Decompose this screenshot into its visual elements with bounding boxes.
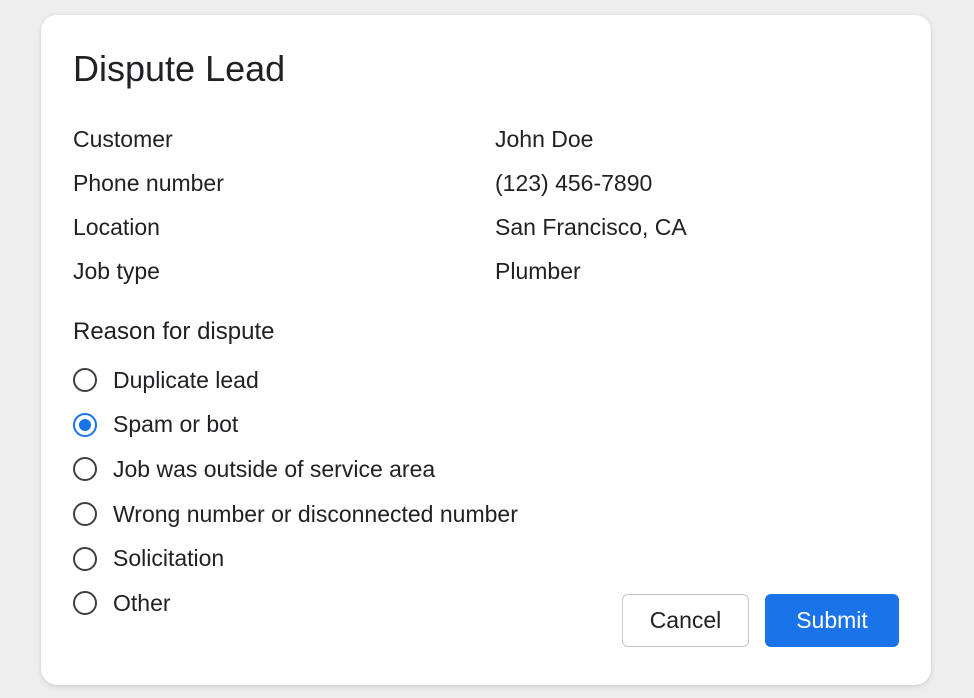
radio-option-outside-service-area[interactable]: Job was outside of service area <box>73 447 518 492</box>
reason-radio-group: Duplicate lead Spam or bot Job was outsi… <box>73 358 518 626</box>
radio-button-icon[interactable] <box>73 546 97 571</box>
radio-button-icon[interactable] <box>73 502 97 527</box>
detail-value-job-type: Plumber <box>495 257 581 284</box>
submit-button[interactable]: Submit <box>765 594 899 647</box>
detail-row-job-type: Job type Plumber <box>73 249 833 293</box>
radio-option-solicitation[interactable]: Solicitation <box>73 536 518 581</box>
radio-label[interactable]: Solicitation <box>113 545 224 572</box>
radio-label[interactable]: Duplicate lead <box>113 367 259 394</box>
radio-button-icon[interactable] <box>73 591 97 616</box>
reason-section-title: Reason for dispute <box>73 318 275 345</box>
detail-value-phone: (123) 456-7890 <box>495 169 653 196</box>
radio-label[interactable]: Job was outside of service area <box>113 456 435 483</box>
detail-row-location: Location San Francisco, CA <box>73 205 833 249</box>
detail-label-location: Location <box>73 213 160 240</box>
detail-label-phone: Phone number <box>73 169 224 196</box>
dialog-title: Dispute Lead <box>73 48 286 89</box>
radio-option-wrong-number[interactable]: Wrong number or disconnected number <box>73 492 518 537</box>
detail-label-customer: Customer <box>73 125 173 152</box>
radio-button-icon[interactable] <box>73 412 97 437</box>
dispute-lead-dialog: Dispute Lead Customer John Doe Phone num… <box>41 15 931 685</box>
radio-option-duplicate-lead[interactable]: Duplicate lead <box>73 358 518 403</box>
detail-value-customer: John Doe <box>495 125 594 152</box>
detail-label-job-type: Job type <box>73 257 160 284</box>
radio-label[interactable]: Wrong number or disconnected number <box>113 501 518 528</box>
radio-option-other[interactable]: Other <box>73 581 518 626</box>
lead-details: Customer John Doe Phone number (123) 456… <box>73 117 833 293</box>
radio-button-icon[interactable] <box>73 368 97 393</box>
radio-dot-icon <box>79 418 91 431</box>
radio-option-spam-or-bot[interactable]: Spam or bot <box>73 403 518 448</box>
radio-label[interactable]: Other <box>113 590 171 617</box>
detail-value-location: San Francisco, CA <box>495 213 687 240</box>
radio-button-icon[interactable] <box>73 457 97 482</box>
detail-row-phone: Phone number (123) 456-7890 <box>73 161 833 205</box>
radio-label[interactable]: Spam or bot <box>113 411 238 438</box>
cancel-button[interactable]: Cancel <box>622 594 749 647</box>
detail-row-customer: Customer John Doe <box>73 117 833 161</box>
